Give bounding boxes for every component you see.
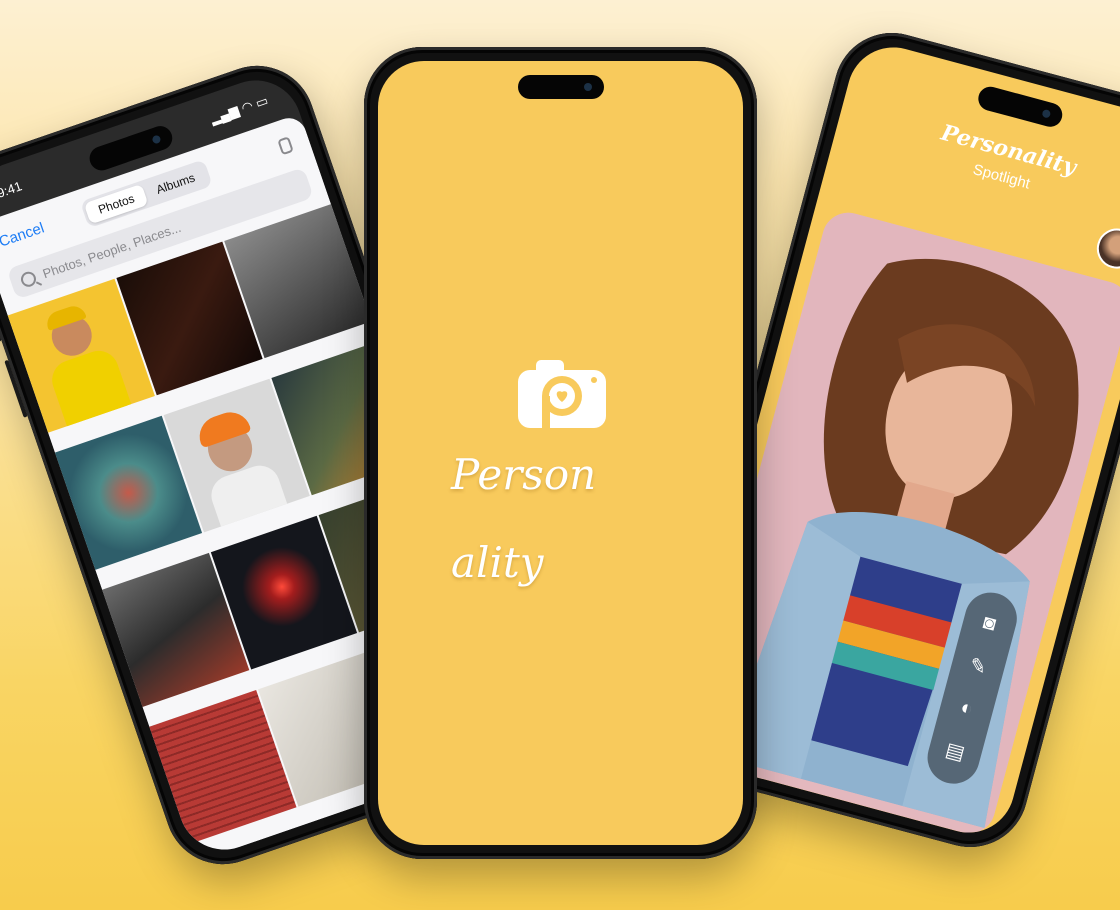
center-screen: Personality <box>378 61 743 845</box>
volume-button <box>0 303 2 343</box>
status-time: 9:41 <box>0 177 24 201</box>
camera-logo-icon <box>518 360 606 430</box>
camera-icon[interactable]: ◙ <box>981 611 998 636</box>
dynamic-island <box>975 84 1065 130</box>
chat-icon[interactable]: ▤ <box>943 737 968 766</box>
dynamic-island <box>517 75 604 99</box>
search-icon <box>18 269 38 289</box>
tab-photos[interactable]: Photos <box>83 183 149 225</box>
microphone-icon[interactable] <box>277 136 294 156</box>
signal-wifi-battery-icon: ▂▄▆ ◠ ▭ <box>208 92 270 127</box>
volume-button <box>4 359 28 418</box>
tab-albums[interactable]: Albums <box>142 163 210 205</box>
cancel-button[interactable]: Cancel <box>0 219 46 250</box>
profile-avatar[interactable] <box>1092 224 1120 274</box>
app-name: Personality <box>451 450 597 587</box>
video-icon[interactable]: ◐ <box>958 696 975 721</box>
brush-icon[interactable]: ✎ <box>967 652 990 680</box>
center-phone-splash: Personality <box>364 47 757 859</box>
